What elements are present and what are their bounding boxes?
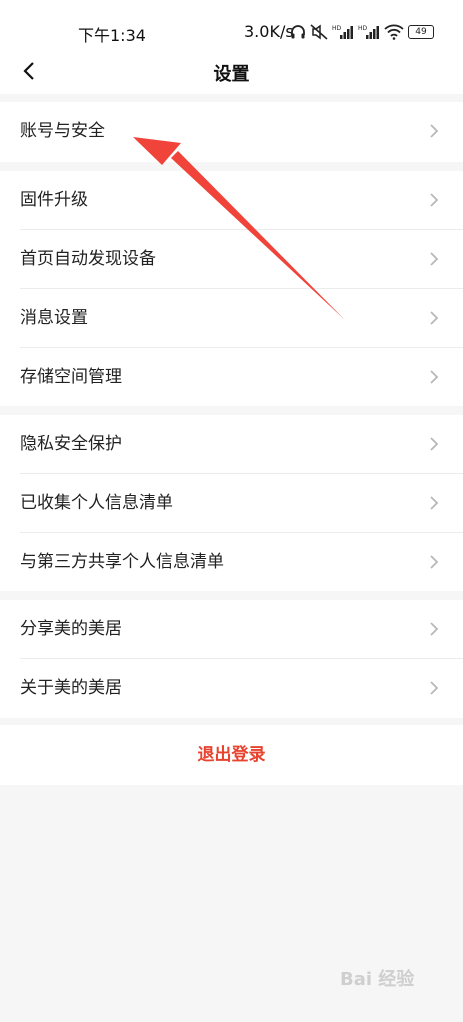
chevron-right-icon [430,437,439,451]
settings-item-message-settings[interactable]: 消息设置 [0,289,463,348]
settings-item-about-app[interactable]: 关于美的美居 [0,659,463,718]
svg-text:HD: HD [332,25,342,32]
settings-group-about: 分享美的美居 关于美的美居 [0,600,463,718]
mute-icon [310,24,328,40]
settings-item-label: 隐私安全保护 [20,434,122,454]
status-icons: HD HD 49 [290,22,434,42]
chevron-right-icon [430,496,439,510]
chevron-right-icon [430,681,439,695]
settings-item-label: 账号与安全 [20,121,105,141]
chevron-right-icon [430,311,439,325]
settings-item-storage[interactable]: 存储空间管理 [0,348,463,407]
wifi-icon [384,24,404,40]
settings-item-privacy-protection[interactable]: 隐私安全保护 [0,415,463,474]
headphones-icon [291,25,305,39]
settings-item-label: 消息设置 [20,308,88,328]
settings-item-label: 固件升级 [20,190,88,210]
chevron-right-icon [430,124,439,138]
signal-icon: HD [358,25,379,39]
settings-item-share-app[interactable]: 分享美的美居 [0,600,463,659]
settings-item-label: 分享美的美居 [20,619,122,639]
page-title: 设置 [213,64,250,85]
status-time: 下午1:34 [78,26,146,45]
settings-group-device: 固件升级 首页自动发现设备 消息设置 存储空间管理 [0,171,463,406]
chevron-right-icon [430,252,439,266]
settings-item-auto-discover[interactable]: 首页自动发现设备 [0,230,463,289]
chevron-right-icon [430,193,439,207]
chevron-right-icon [430,370,439,384]
watermark: Bai 经验 [340,969,415,990]
nav-bar: 设置 [0,48,463,94]
settings-item-firmware-upgrade[interactable]: 固件升级 [0,171,463,230]
settings-item-account-security[interactable]: 账号与安全 [0,102,463,161]
status-network-speed: 3.0K/s [244,22,294,41]
svg-text:HD: HD [358,25,368,32]
battery-icon: 49 [408,25,434,39]
logout-label: 退出登录 [197,745,266,765]
signal-icon: HD [332,25,353,39]
settings-item-label: 与第三方共享个人信息清单 [20,552,224,572]
settings-item-collected-info[interactable]: 已收集个人信息清单 [0,474,463,533]
settings-group-privacy: 隐私安全保护 已收集个人信息清单 与第三方共享个人信息清单 [0,415,463,591]
settings-item-third-party-sharing[interactable]: 与第三方共享个人信息清单 [0,533,463,592]
settings-item-label: 存储空间管理 [20,367,122,387]
chevron-right-icon [430,555,439,569]
settings-item-label: 已收集个人信息清单 [20,493,173,513]
settings-item-label: 首页自动发现设备 [20,249,156,269]
settings-group-account: 账号与安全 [0,102,463,162]
settings-item-label: 关于美的美居 [20,678,122,698]
chevron-right-icon [430,622,439,636]
logout-button[interactable]: 退出登录 [0,725,463,785]
